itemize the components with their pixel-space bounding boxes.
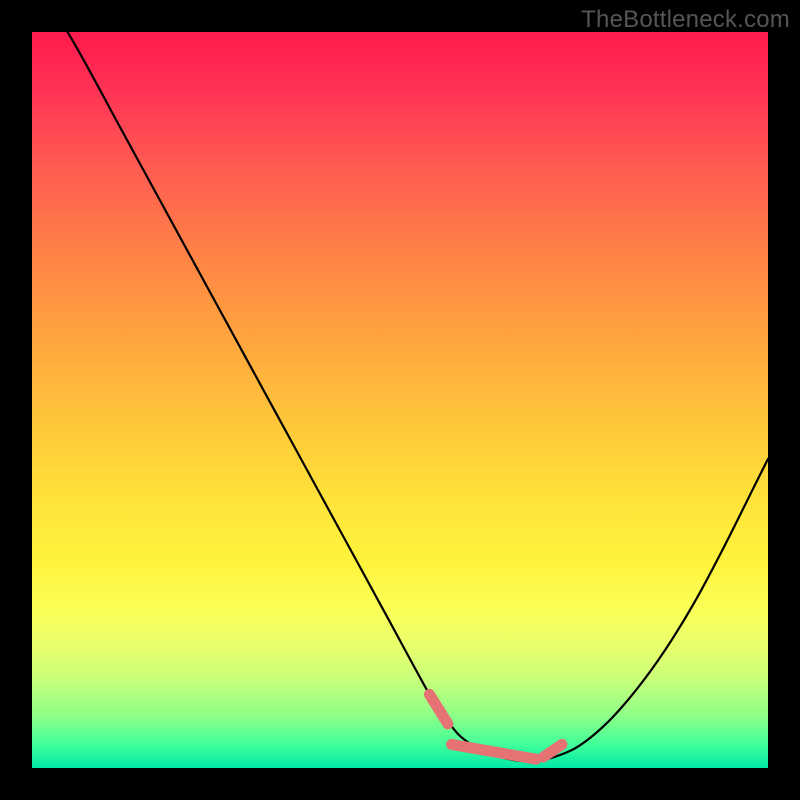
bottleneck-curve-line	[32, 32, 768, 761]
highlight-segment	[429, 694, 447, 723]
highlight-segment	[452, 744, 537, 759]
curve-highlight-segments	[429, 694, 561, 759]
chart-plot-area	[32, 32, 768, 768]
watermark-text: TheBottleneck.com	[581, 6, 790, 34]
chart-svg	[32, 32, 768, 768]
